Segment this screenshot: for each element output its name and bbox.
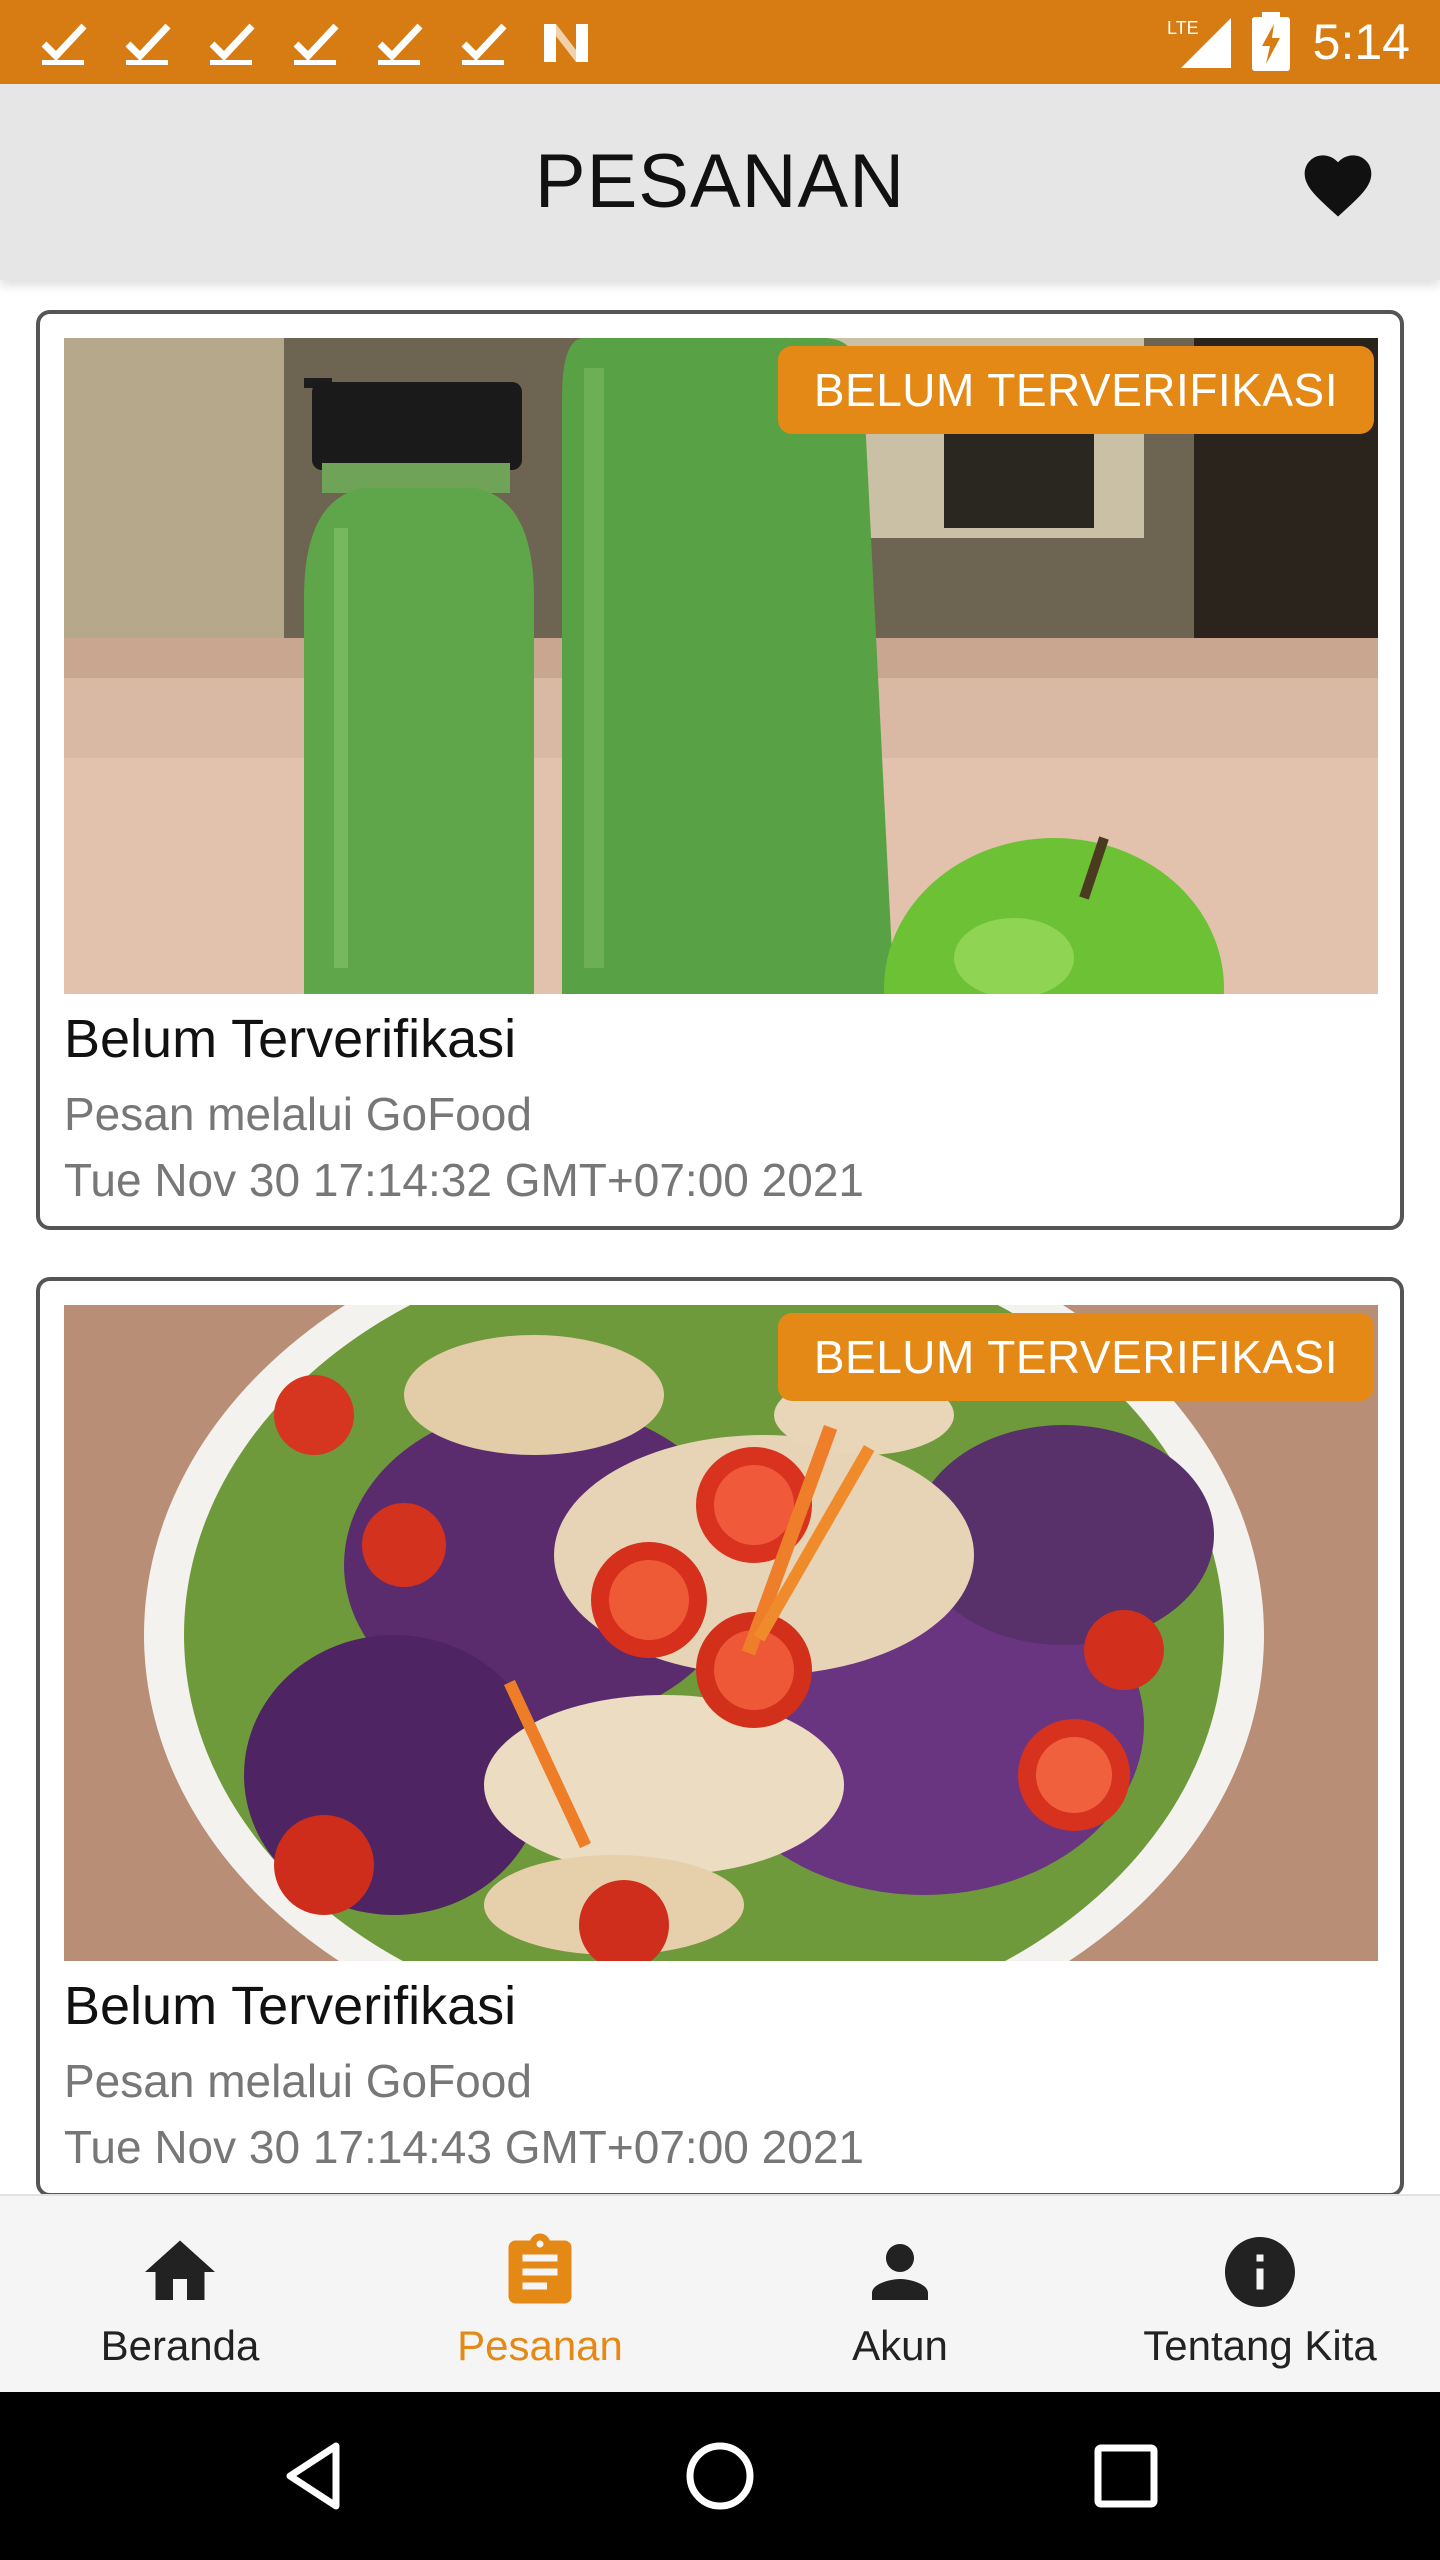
nav-label: Beranda bbox=[100, 2322, 260, 2369]
home-icon bbox=[145, 2240, 215, 2300]
order-status: Belum Terverifikasi bbox=[64, 1976, 517, 2036]
person-icon bbox=[872, 2244, 928, 2300]
order-card[interactable]: BELUM TERVERIFIKASI Belum Terverifikasi … bbox=[36, 1277, 1404, 2194]
check-icon bbox=[125, 23, 171, 65]
info-icon bbox=[1225, 2237, 1295, 2307]
nav-item-pesanan[interactable]: Pesanan bbox=[360, 2196, 720, 2394]
green-juice-bottles-photo bbox=[64, 338, 1378, 994]
order-date: Tue Nov 30 17:14:32 GMT+07:00 2021 bbox=[64, 1154, 864, 1206]
bottom-navigation: Beranda Pesanan Akun Tentang Kita bbox=[0, 2194, 1440, 2392]
nav-label: Akun bbox=[852, 2322, 948, 2369]
order-channel: Pesan melalui GoFood bbox=[64, 1088, 532, 1140]
system-navigation-bar bbox=[0, 2392, 1440, 2560]
chicken-salad-photo bbox=[64, 1305, 1378, 1961]
order-card[interactable]: BELUM TERVERIFIKASI Belum Terverifikasi … bbox=[36, 310, 1404, 1230]
status-badge: BELUM TERVERIFIKASI bbox=[777, 346, 1374, 434]
order-status: Belum Terverifikasi bbox=[64, 1009, 517, 1069]
status-bar: LTE 5:14 bbox=[0, 0, 1440, 84]
n-logo-icon bbox=[544, 24, 588, 62]
app-bar: PESANAN bbox=[0, 84, 1440, 280]
check-icon bbox=[209, 23, 255, 65]
nav-label: Tentang Kita bbox=[1143, 2322, 1377, 2369]
clipboard-icon bbox=[508, 2233, 572, 2304]
order-list[interactable]: BELUM TERVERIFIKASI Belum Terverifikasi … bbox=[0, 280, 1440, 2194]
signal-icon: LTE bbox=[1167, 18, 1231, 68]
svg-text:LTE: LTE bbox=[1167, 18, 1199, 38]
heart-icon[interactable] bbox=[1298, 144, 1378, 220]
back-icon[interactable] bbox=[276, 2436, 356, 2516]
order-channel: Pesan melalui GoFood bbox=[64, 2055, 532, 2107]
battery-charging-icon bbox=[1252, 12, 1290, 71]
check-icon bbox=[41, 23, 87, 65]
nav-item-akun[interactable]: Akun bbox=[720, 2196, 1080, 2394]
home-circle-icon[interactable] bbox=[680, 2436, 760, 2516]
nav-label: Pesanan bbox=[457, 2322, 623, 2369]
order-date: Tue Nov 30 17:14:43 GMT+07:00 2021 bbox=[64, 2121, 864, 2173]
nav-item-beranda[interactable]: Beranda bbox=[0, 2196, 360, 2394]
status-badge: BELUM TERVERIFIKASI bbox=[777, 1313, 1374, 1401]
clock: 5:14 bbox=[1312, 14, 1410, 70]
page-title: PESANAN bbox=[534, 139, 906, 224]
check-icon bbox=[461, 23, 507, 65]
nav-item-tentang-kita[interactable]: Tentang Kita bbox=[1080, 2196, 1440, 2394]
check-icon bbox=[293, 23, 339, 65]
check-icon bbox=[377, 23, 423, 65]
recents-icon[interactable] bbox=[1086, 2436, 1166, 2516]
